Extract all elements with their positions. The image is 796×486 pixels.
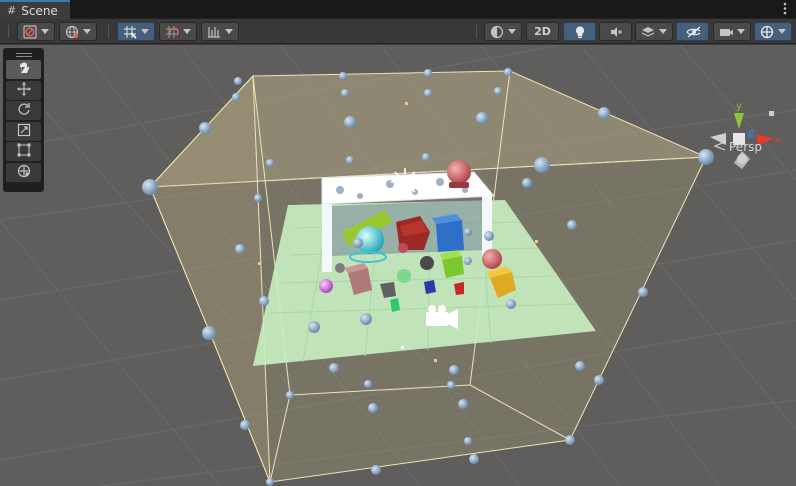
- chevron-down-icon: [659, 29, 667, 34]
- gizmo-x-label: x: [774, 135, 780, 146]
- projection-label: Persp: [729, 140, 762, 154]
- kebab-menu-icon[interactable]: [782, 2, 788, 18]
- overlay-drag-handle[interactable]: [6, 50, 41, 60]
- audio-mute-icon: [609, 25, 623, 39]
- scene-visibility-button[interactable]: [676, 22, 709, 41]
- chevron-down-icon: [83, 29, 91, 34]
- tools-overlay: [3, 48, 44, 192]
- hand-tool[interactable]: [6, 60, 41, 79]
- 2d-label: 2D: [534, 25, 551, 38]
- scene-window: # Scene 2D y x Persp: [0, 0, 796, 486]
- tab-scene[interactable]: # Scene: [0, 0, 70, 19]
- transform-tool[interactable]: [6, 162, 41, 182]
- chevron-down-icon: [508, 29, 516, 34]
- tab-bar: # Scene: [0, 0, 796, 19]
- visibility-eye-slash-icon: [685, 25, 700, 39]
- rotate-icon: [17, 101, 31, 120]
- orientation-gizmo[interactable]: y x: [708, 101, 788, 173]
- lightbulb-icon: [573, 25, 587, 39]
- chevron-down-icon: [778, 29, 786, 34]
- gizmos-sphere-icon: [760, 25, 774, 39]
- tab-scene-label: Scene: [21, 3, 58, 18]
- grid-snapping-button[interactable]: [117, 22, 155, 41]
- gizmos-button[interactable]: [754, 22, 792, 41]
- grid-hash-icon: #: [7, 4, 17, 17]
- 2d-toggle-button[interactable]: 2D: [526, 22, 559, 41]
- scale-icon: [17, 122, 31, 141]
- move-arrows-icon: [16, 81, 31, 100]
- directional-light-icon: [391, 168, 419, 196]
- chevron-down-icon: [141, 29, 149, 34]
- transform-all-icon: [17, 163, 31, 182]
- shading-circle-icon: [23, 24, 37, 39]
- toolbar-separator: [108, 25, 109, 38]
- chevron-down-icon: [737, 29, 745, 34]
- increment-snap-icon: [165, 25, 179, 39]
- scene-render: [0, 45, 796, 486]
- rect-tool[interactable]: [6, 142, 41, 161]
- scene-toolbar: 2D: [0, 19, 796, 44]
- render-mode-circle-icon: [490, 25, 504, 39]
- persp-lines-icon: [713, 140, 726, 154]
- ruler-icon: [207, 25, 221, 39]
- toolbar-separator: [8, 25, 9, 38]
- hand-icon: [17, 60, 31, 79]
- projection-toggle[interactable]: Persp: [713, 140, 762, 154]
- global-local-button[interactable]: [59, 22, 97, 41]
- chevron-down-icon: [183, 29, 191, 34]
- scene-viewport[interactable]: y x Persp: [0, 45, 796, 486]
- effects-button[interactable]: [635, 22, 673, 41]
- camera-settings-button[interactable]: [713, 22, 751, 41]
- gizmo-y-label: y: [736, 101, 742, 112]
- draw-mode-button[interactable]: [17, 22, 55, 41]
- move-tool[interactable]: [6, 80, 41, 100]
- toolbar-separator: [476, 25, 477, 38]
- audio-toggle-button[interactable]: [599, 22, 632, 41]
- effects-layers-icon: [641, 25, 655, 39]
- ruler-button[interactable]: [201, 22, 239, 41]
- chevron-down-icon: [41, 29, 49, 34]
- incremental-snap-button[interactable]: [159, 22, 197, 41]
- globe-icon: [65, 25, 79, 39]
- rotate-tool[interactable]: [6, 101, 41, 120]
- rect-transform-icon: [17, 142, 31, 161]
- scale-tool[interactable]: [6, 121, 41, 141]
- render-mode-button[interactable]: [484, 22, 522, 41]
- grid-snap-icon: [123, 25, 137, 39]
- lighting-toggle-button[interactable]: [563, 22, 596, 41]
- chevron-down-icon: [225, 29, 233, 34]
- camera-icon: [719, 25, 733, 39]
